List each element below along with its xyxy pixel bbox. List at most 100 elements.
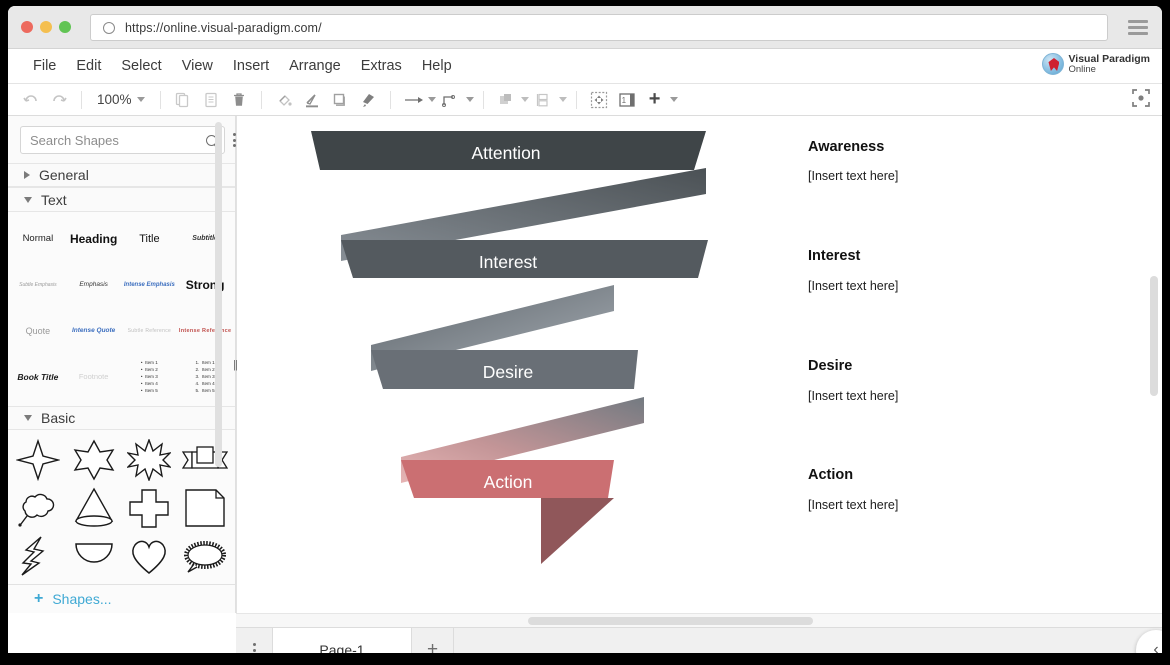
- shape-four-point-star-icon[interactable]: [10, 436, 66, 484]
- text-style-footnote[interactable]: Footnote: [66, 354, 122, 400]
- annotation-title-interest[interactable]: Interest: [808, 248, 860, 264]
- hamburger-menu-icon[interactable]: [1128, 20, 1148, 35]
- canvas-horizontal-scrollbar[interactable]: [528, 617, 813, 625]
- text-style-strong[interactable]: Strong: [177, 262, 233, 308]
- text-style-normal[interactable]: Normal: [10, 216, 66, 262]
- search-input[interactable]: [30, 133, 206, 148]
- align-icon[interactable]: [531, 88, 557, 112]
- menu-select[interactable]: Select: [111, 54, 171, 78]
- line-color-icon[interactable]: [299, 88, 325, 112]
- page-options-icon[interactable]: [236, 628, 272, 653]
- shape-ribbon-banner-icon[interactable]: [177, 436, 233, 484]
- toolbar-divider: [81, 91, 82, 109]
- shape-heart-icon[interactable]: [122, 532, 178, 580]
- add-shape-icon[interactable]: +: [642, 88, 668, 112]
- diagram-canvas[interactable]: Attention Interest Desire Action Awarene…: [236, 116, 1162, 613]
- text-style-title[interactable]: Title: [122, 216, 178, 262]
- shape-half-circle-icon[interactable]: [66, 532, 122, 580]
- aida-zigzag-funnel-diagram[interactable]: Attention Interest Desire Action: [236, 116, 1162, 613]
- sidebar-section-basic[interactable]: Basic: [8, 406, 235, 430]
- shape-eight-point-star-icon[interactable]: [122, 436, 178, 484]
- format-painter-icon[interactable]: [355, 88, 381, 112]
- funnel-stage-label-action: Action: [484, 472, 533, 492]
- menu-help[interactable]: Help: [412, 54, 462, 78]
- connector-style-icon[interactable]: [400, 88, 426, 112]
- text-style-intense-emphasis[interactable]: Intense Emphasis: [122, 262, 178, 308]
- shape-lightning-bolt-icon[interactable]: [10, 532, 66, 580]
- text-style-bullet-list[interactable]: • Item 1 • Item 2 • Item 3 • Item 4 • It…: [122, 354, 178, 400]
- maximize-window-button[interactable]: [59, 21, 71, 33]
- fill-color-icon[interactable]: [271, 88, 297, 112]
- globe-diamond-icon: [1042, 53, 1064, 75]
- bullet-item-5: • Item 5: [141, 387, 158, 394]
- canvas-vertical-scrollbar[interactable]: [1150, 276, 1158, 396]
- annotation-body-action[interactable]: [Insert text here]: [808, 498, 898, 512]
- waypoint-style-icon[interactable]: [438, 88, 464, 112]
- sidebar-section-general[interactable]: General: [8, 163, 235, 187]
- shape-cross-icon[interactable]: [122, 484, 178, 532]
- shape-cloud-callout-icon[interactable]: [10, 484, 66, 532]
- redo-icon[interactable]: [46, 88, 72, 112]
- fullscreen-icon[interactable]: [1132, 89, 1150, 112]
- annotation-title-desire[interactable]: Desire: [808, 358, 852, 374]
- annotation-title-action[interactable]: Action: [808, 467, 853, 483]
- text-style-subtle-reference[interactable]: Subtle Reference: [122, 308, 178, 354]
- menu-file[interactable]: File: [23, 54, 66, 78]
- section-label-general: General: [39, 167, 89, 183]
- collapse-panel-button[interactable]: ‹: [1136, 630, 1162, 653]
- fit-page-icon[interactable]: [586, 88, 612, 112]
- more-shapes-button[interactable]: + Shapes...: [8, 584, 235, 613]
- app-menubar: File Edit Select View Insert Arrange Ext…: [8, 49, 1162, 84]
- menu-insert[interactable]: Insert: [223, 54, 279, 78]
- minimize-window-button[interactable]: [40, 21, 52, 33]
- bullet-item-4: • Item 4: [141, 380, 158, 387]
- delete-icon[interactable]: [226, 88, 252, 112]
- sidebar-scrollbar[interactable]: [215, 122, 222, 467]
- menu-arrange[interactable]: Arrange: [279, 54, 351, 78]
- text-style-emphasis[interactable]: Emphasis: [66, 262, 122, 308]
- close-window-button[interactable]: [21, 21, 33, 33]
- funnel-stage-label-interest: Interest: [479, 252, 537, 272]
- shape-folded-corner-icon[interactable]: [177, 484, 233, 532]
- shape-cone-icon[interactable]: [66, 484, 122, 532]
- annotation-body-interest[interactable]: [Insert text here]: [808, 279, 898, 293]
- plus-icon: +: [34, 591, 43, 607]
- page-tab-page-1[interactable]: Page-1: [272, 628, 412, 653]
- chevron-down-icon[interactable]: [521, 97, 529, 102]
- paste-icon[interactable]: [198, 88, 224, 112]
- funnel-stage-label-attention: Attention: [471, 143, 540, 163]
- menu-edit[interactable]: Edit: [66, 54, 111, 78]
- menu-view[interactable]: View: [172, 54, 223, 78]
- chevron-down-icon[interactable]: [428, 97, 436, 102]
- text-style-quote[interactable]: Quote: [10, 308, 66, 354]
- add-page-button[interactable]: +: [412, 628, 454, 653]
- insert-column-icon[interactable]: 1: [614, 88, 640, 112]
- text-style-numbered-list[interactable]: 1. Item 1 2. Item 2 3. Item 3 4. Item 4 …: [177, 354, 233, 400]
- chevron-down-icon[interactable]: [466, 97, 474, 102]
- text-style-intense-reference[interactable]: Intense Reference: [177, 308, 233, 354]
- text-style-subtle-emphasis[interactable]: Subtle Emphasis: [10, 262, 66, 308]
- address-bar[interactable]: https://online.visual-paradigm.com/: [90, 14, 1108, 41]
- shape-six-point-star-icon[interactable]: [66, 436, 122, 484]
- text-style-intense-quote[interactable]: Intense Quote: [66, 308, 122, 354]
- arrange-front-icon[interactable]: [493, 88, 519, 112]
- undo-icon[interactable]: [18, 88, 44, 112]
- panel-splitter-handle[interactable]: ||: [229, 116, 241, 613]
- text-style-subtitle[interactable]: Subtitle: [177, 216, 233, 262]
- annotation-title-awareness[interactable]: Awareness: [808, 139, 884, 155]
- annotation-body-desire[interactable]: [Insert text here]: [808, 389, 898, 403]
- text-style-book-title[interactable]: Book Title: [10, 354, 66, 400]
- copy-icon[interactable]: [170, 88, 196, 112]
- annotation-body-awareness[interactable]: [Insert text here]: [808, 169, 898, 183]
- chevron-down-icon[interactable]: [670, 97, 678, 102]
- chevron-down-icon[interactable]: [559, 97, 567, 102]
- shadow-icon[interactable]: [327, 88, 353, 112]
- visual-paradigm-logo[interactable]: Visual Paradigm Online: [1042, 53, 1150, 75]
- menu-extras[interactable]: Extras: [351, 54, 412, 78]
- search-shapes-box[interactable]: [20, 126, 225, 154]
- sidebar-section-text[interactable]: Text: [8, 187, 235, 211]
- numbered-item-4: 4. Item 4: [196, 380, 215, 387]
- shape-spiky-callout-icon[interactable]: [177, 532, 233, 580]
- zoom-selector[interactable]: 100%: [91, 92, 151, 107]
- text-style-heading[interactable]: Heading: [66, 216, 122, 262]
